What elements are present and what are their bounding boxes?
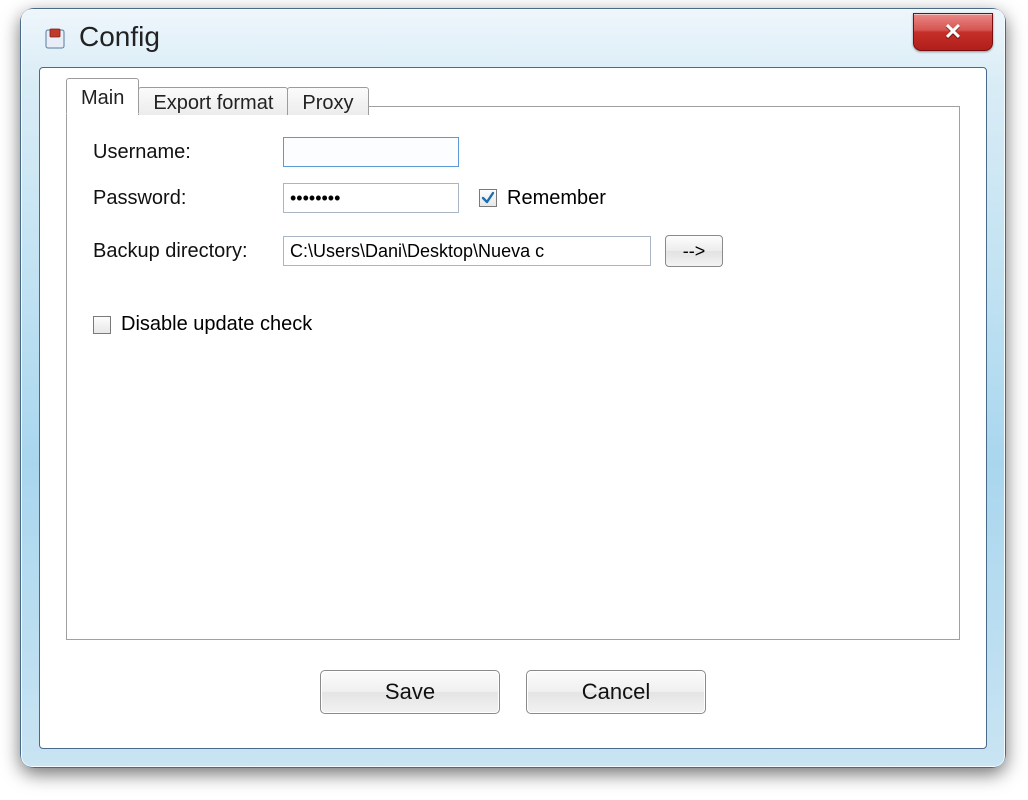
- dialog-window: Config ✕ Main Export format Proxy: [20, 8, 1006, 768]
- remember-checkbox[interactable]: [479, 189, 497, 207]
- save-button-label: Save: [385, 679, 435, 704]
- remember-label: Remember: [507, 187, 606, 210]
- cancel-button[interactable]: Cancel: [526, 670, 706, 714]
- browse-button[interactable]: -->: [665, 235, 723, 267]
- window-frame: Config ✕ Main Export format Proxy: [20, 8, 1006, 768]
- tab-export-label: Export format: [153, 92, 273, 114]
- backup-row: Backup directory: -->: [93, 235, 933, 267]
- tab-export-format[interactable]: Export format: [138, 87, 288, 115]
- tab-proxy[interactable]: Proxy: [287, 87, 368, 115]
- disable-update-row: Disable update check: [93, 313, 933, 336]
- client-area: Main Export format Proxy Username: Pass: [39, 67, 987, 749]
- username-input[interactable]: [283, 137, 459, 167]
- app-icon: [43, 27, 67, 51]
- username-label: Username:: [93, 141, 283, 164]
- disable-update-label: Disable update check: [121, 313, 312, 336]
- password-row: Password: Remember: [93, 183, 933, 213]
- remember-wrap: Remember: [479, 187, 606, 210]
- browse-button-label: -->: [683, 241, 706, 262]
- save-button[interactable]: Save: [320, 670, 500, 714]
- dialog-button-row: Save Cancel: [40, 670, 986, 714]
- tab-main-label: Main: [81, 87, 124, 109]
- tab-strip: Main Export format Proxy: [66, 78, 369, 114]
- disable-update-checkbox[interactable]: [93, 316, 111, 334]
- close-icon: ✕: [944, 21, 962, 43]
- titlebar[interactable]: Config ✕: [21, 9, 1005, 67]
- close-button[interactable]: ✕: [913, 13, 993, 51]
- tab-main-content: Username: Password: Remember: [67, 107, 959, 639]
- backup-directory-input[interactable]: [283, 236, 651, 266]
- tab-proxy-label: Proxy: [302, 92, 353, 114]
- tab-panel: Username: Password: Remember: [66, 106, 960, 640]
- tab-main[interactable]: Main: [66, 78, 139, 114]
- username-row: Username:: [93, 137, 933, 167]
- cancel-button-label: Cancel: [582, 679, 650, 704]
- backup-label: Backup directory:: [93, 240, 283, 263]
- window-title: Config: [79, 21, 160, 53]
- password-input[interactable]: [283, 183, 459, 213]
- password-label: Password:: [93, 187, 283, 210]
